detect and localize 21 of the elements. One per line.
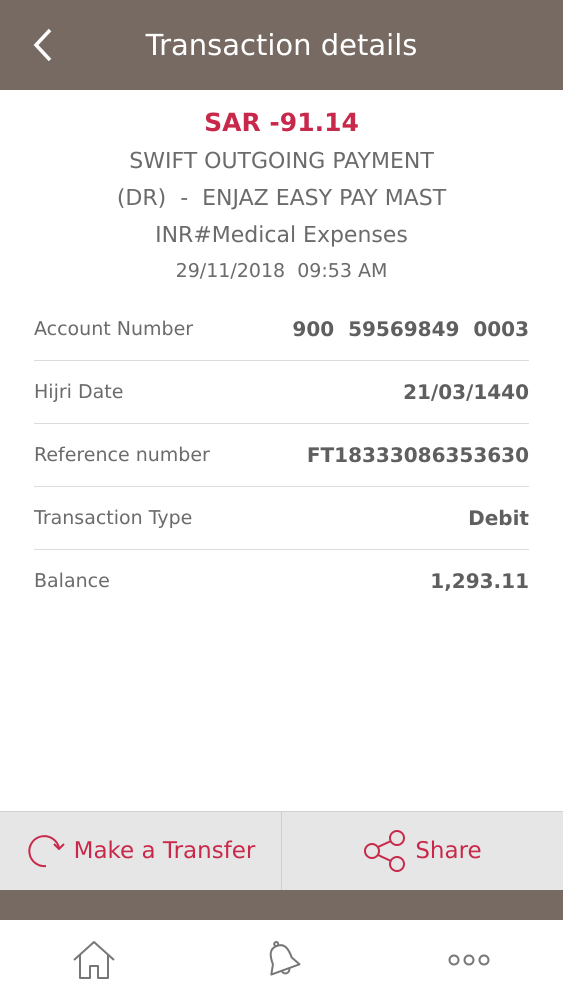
detail-label: Account Number <box>34 318 194 340</box>
detail-label: Reference number <box>34 444 210 466</box>
screen-title: Transaction details <box>146 28 418 62</box>
transaction-description: INR#Medical Expenses <box>155 222 408 250</box>
detail-value: FT18333086353630 <box>306 443 529 467</box>
detail-label: Balance <box>34 570 110 592</box>
share-icon <box>363 830 408 872</box>
refresh-icon <box>26 832 66 870</box>
transaction-date: 29/11/2018 09:53 AM <box>176 260 388 282</box>
detail-label: Transaction Type <box>34 507 192 529</box>
detail-value: 900 59569849 0003 <box>292 317 529 341</box>
detail-label: Hijri Date <box>34 381 124 403</box>
transaction-description: SWIFT OUTGOING PAYMENT <box>129 148 434 176</box>
more-icon <box>448 954 490 966</box>
transaction-amount: SAR -91.14 <box>204 108 359 137</box>
detail-value: 1,293.11 <box>430 569 529 593</box>
detail-value: Debit <box>468 506 529 530</box>
detail-value: 21/03/1440 <box>403 380 529 404</box>
home-icon <box>72 940 116 980</box>
back-icon <box>33 28 53 62</box>
transaction-description: (DR) - ENJAZ EASY PAY MAST <box>116 185 446 213</box>
